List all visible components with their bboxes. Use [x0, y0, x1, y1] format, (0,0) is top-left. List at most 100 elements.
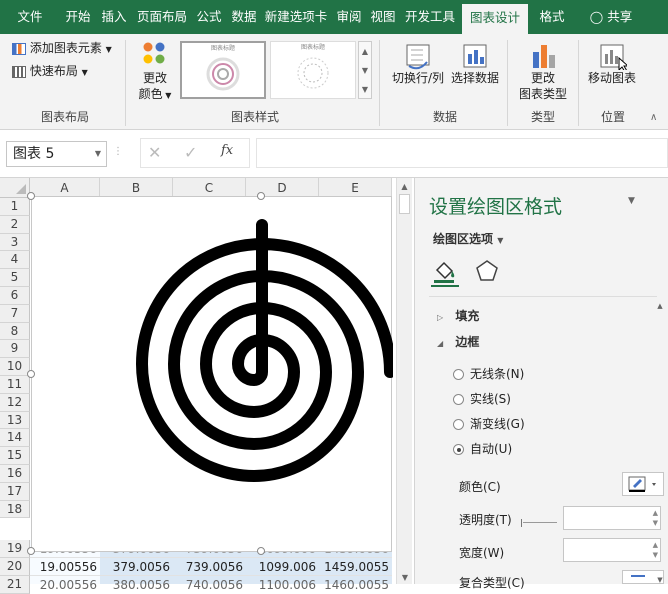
cell-a20[interactable]: 19.00556	[30, 558, 100, 576]
scroll-down-icon[interactable]: ▼	[397, 573, 413, 582]
row-header[interactable]: 1	[0, 198, 30, 216]
tab-page-layout[interactable]: 页面布局	[134, 0, 190, 34]
pane-options-icon[interactable]: ▼	[628, 196, 635, 206]
add-element-label: 添加图表元素	[29, 41, 102, 55]
column-header-e[interactable]: E	[319, 178, 392, 198]
quick-layout-button[interactable]: 快速布局 ▼	[12, 63, 88, 81]
resize-handle[interactable]	[257, 192, 265, 200]
tab-data[interactable]: 数据	[228, 0, 260, 34]
column-header-a[interactable]: A	[30, 178, 100, 198]
row-header[interactable]: 15	[0, 447, 30, 465]
transparency-input[interactable]: ▲ ▼	[563, 506, 661, 530]
row-header[interactable]: 18	[0, 500, 30, 519]
cell-b21[interactable]: 380.0056	[100, 576, 173, 594]
tab-format[interactable]: 格式	[532, 0, 572, 34]
chart-style-1[interactable]: 图表标题	[180, 41, 266, 99]
cell-a21[interactable]: 20.00556	[30, 576, 100, 594]
row-header[interactable]: 13	[0, 411, 30, 430]
column-header-b[interactable]: B	[100, 178, 173, 198]
plot-area-options-dropdown[interactable]: 绘图区选项 ▼	[433, 230, 503, 247]
resize-handle[interactable]	[257, 547, 265, 555]
collapse-ribbon-icon[interactable]: ∧	[650, 112, 657, 123]
scroll-up-icon[interactable]: ▲	[653, 302, 667, 310]
radio-button[interactable]	[453, 419, 464, 430]
radio-button[interactable]	[453, 369, 464, 380]
vertical-scrollbar[interactable]: ▲ ▼	[396, 178, 412, 584]
name-box[interactable]: 图表 5 ▼	[6, 141, 107, 167]
radio-button[interactable]	[453, 394, 464, 405]
effects-tab[interactable]	[473, 258, 501, 284]
row-header[interactable]: 10	[0, 358, 30, 376]
color-label: 颜色(C)	[459, 480, 501, 494]
transparency-slider-handle[interactable]	[521, 519, 522, 527]
move-chart-button[interactable]: 移动图表	[586, 42, 638, 86]
resize-handle[interactable]	[27, 547, 35, 555]
change-chart-type-button[interactable]: 更改 图表类型	[514, 42, 572, 102]
width-input[interactable]: ▲ ▼	[563, 538, 661, 562]
fill-line-tab[interactable]	[431, 258, 459, 284]
scrollbar-thumb[interactable]	[399, 194, 410, 214]
tab-new-tab[interactable]: 新建选项卡	[262, 0, 330, 34]
select-data-button[interactable]: 选择数据	[450, 42, 500, 86]
radio-button-selected[interactable]	[453, 444, 464, 455]
row-header[interactable]: 6	[0, 287, 30, 305]
transparency-slider-track[interactable]	[523, 522, 557, 523]
resize-handle[interactable]	[27, 370, 35, 378]
row-header[interactable]: 17	[0, 482, 30, 501]
chart-style-2[interactable]: 图表标题	[270, 41, 356, 99]
scroll-up-icon[interactable]: ▲	[397, 182, 412, 191]
row-header[interactable]: 2	[0, 215, 30, 234]
tab-home[interactable]: 开始	[62, 0, 94, 34]
row-header[interactable]: 21	[0, 576, 30, 594]
resize-handle[interactable]	[27, 192, 35, 200]
tab-formulas[interactable]: 公式	[193, 0, 225, 34]
share-button[interactable]: ◯ 共享	[584, 0, 638, 34]
row-header[interactable]: 12	[0, 393, 30, 412]
tab-file[interactable]: 文件	[8, 0, 52, 34]
tab-insert[interactable]: 插入	[98, 0, 130, 34]
cell-c21[interactable]: 740.0056	[173, 576, 246, 594]
cell-e21[interactable]: 1460.0055	[319, 576, 392, 594]
cell-b20[interactable]: 379.0056	[100, 558, 173, 576]
change-colors-button[interactable]: 更改 颜色 ▼	[132, 40, 178, 104]
scroll-down-icon[interactable]: ▼	[653, 576, 667, 584]
row-header[interactable]: 20	[0, 558, 30, 576]
row-header[interactable]: 11	[0, 376, 30, 394]
row-header[interactable]: 8	[0, 322, 30, 341]
cell-d20[interactable]: 1099.006	[246, 558, 319, 576]
row-header[interactable]: 5	[0, 269, 30, 287]
tab-chart-design[interactable]: 图表设计	[462, 4, 528, 34]
fill-section-header[interactable]: ▷ 填充	[437, 307, 479, 324]
radio-no-line[interactable]: 无线条(N)	[453, 365, 524, 382]
row-header[interactable]: 14	[0, 429, 30, 448]
row-header[interactable]: 7	[0, 304, 30, 323]
cancel-icon[interactable]: ✕	[148, 143, 161, 162]
radio-gradient-line[interactable]: 渐变线(G)	[453, 415, 525, 432]
tab-review[interactable]: 审阅	[333, 0, 365, 34]
formula-input[interactable]	[256, 138, 668, 168]
chart-area[interactable]	[31, 196, 396, 552]
radio-automatic[interactable]: 自动(U)	[453, 440, 512, 457]
insert-function-icon[interactable]: fx	[221, 143, 233, 158]
cell-e20[interactable]: 1459.0055	[319, 558, 392, 576]
switch-row-column-button[interactable]: 切换行/列	[390, 42, 446, 86]
row-header[interactable]: 16	[0, 465, 30, 483]
row-header[interactable]: 9	[0, 340, 30, 359]
row-header[interactable]: 4	[0, 251, 30, 270]
add-chart-element-button[interactable]: 添加图表元素 ▼	[12, 40, 112, 58]
select-all-corner[interactable]	[0, 178, 30, 198]
radio-solid-line[interactable]: 实线(S)	[453, 390, 511, 407]
row-header[interactable]: 3	[0, 233, 30, 252]
border-section-header[interactable]: ◢ 边框	[437, 333, 479, 350]
pane-scrollbar[interactable]: ▲ ▼	[653, 302, 667, 584]
gallery-scroll[interactable]: ▲ ▼ ▼	[358, 41, 372, 99]
group-label-data: 数据	[432, 110, 457, 124]
column-header-c[interactable]: C	[173, 178, 246, 198]
tab-developer[interactable]: 开发工具	[402, 0, 458, 34]
tab-view[interactable]: 视图	[367, 0, 399, 34]
user-icon: ◯	[589, 10, 604, 24]
cell-d21[interactable]: 1100.006	[246, 576, 319, 594]
row-header[interactable]: 19	[0, 540, 30, 558]
enter-icon[interactable]: ✓	[184, 143, 197, 162]
cell-c20[interactable]: 739.0056	[173, 558, 246, 576]
